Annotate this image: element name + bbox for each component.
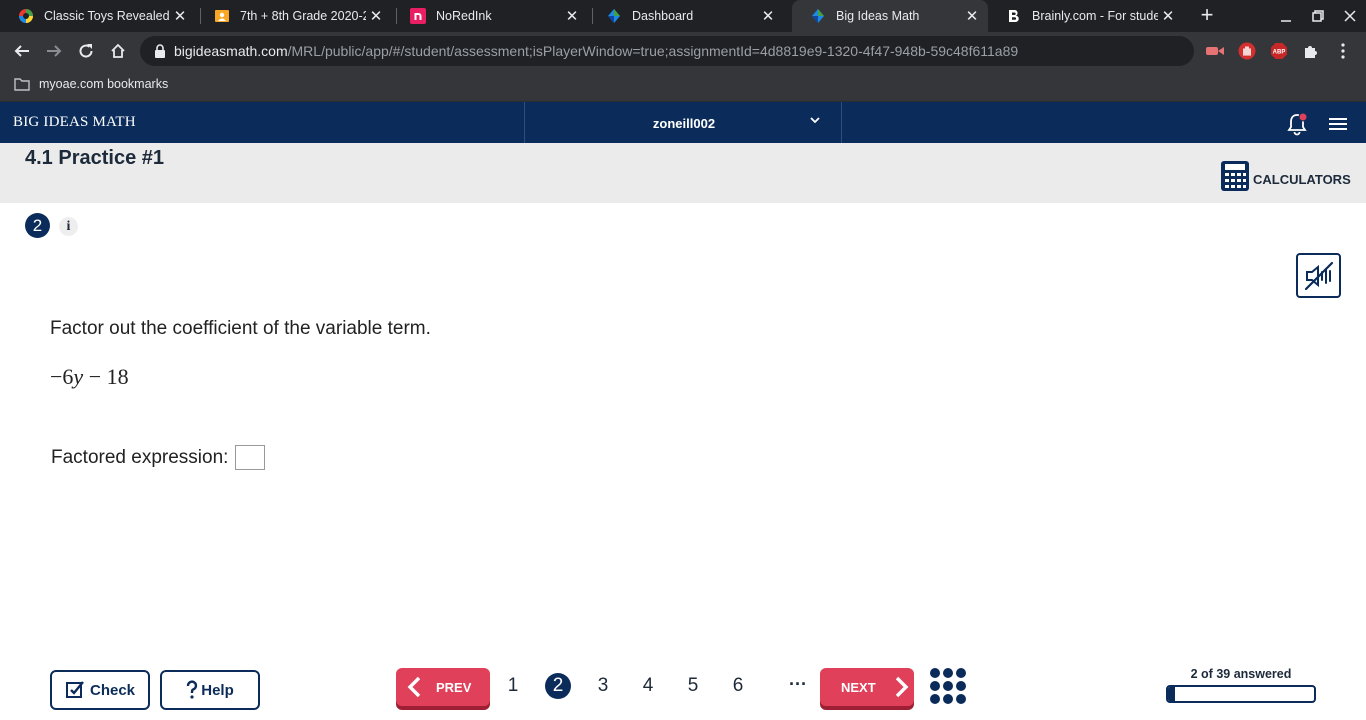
google-classroom-icon [214, 8, 230, 24]
math-expression: −6y − 18 [50, 364, 129, 390]
tab-title: Brainly.com - For studen [1032, 9, 1158, 23]
app-header: BIG IDEAS MATH zoneill002 [0, 102, 1366, 143]
tab-title: NoRedInk [436, 9, 492, 23]
expression-coefficient: −6 [50, 364, 74, 389]
check-label: Check [89, 681, 136, 699]
close-tab-icon[interactable]: ✕ [758, 7, 778, 25]
assignment-title-band: 4.1 Practice #1 CALCULATORS [0, 143, 1366, 203]
assignment-title: 4.1 Practice #1 [25, 147, 164, 169]
page-link-4[interactable]: 4 [635, 673, 661, 699]
puzzle-extensions-icon[interactable] [1301, 41, 1321, 61]
bookmarks-bar: myoae.com bookmarks [0, 70, 1366, 102]
address-bar[interactable]: bigideasmath.com/MRL/public/app/#/studen… [140, 36, 1194, 66]
speaker-muted-icon [1304, 261, 1333, 290]
expression-variable: y [73, 364, 84, 389]
chevron-right-icon [895, 676, 909, 698]
page-link-5[interactable]: 5 [680, 673, 706, 699]
question-mark-icon [186, 680, 198, 700]
close-tab-icon[interactable]: ✕ [366, 7, 386, 25]
info-icon[interactable]: i [59, 217, 78, 236]
progress-text: 2 of 39 answered [1190, 667, 1292, 681]
checkbox-icon [65, 680, 85, 700]
next-label: NEXT [841, 679, 876, 695]
bookmark-folder-label: myoae.com bookmarks [39, 77, 169, 91]
expression-constant: − 18 [83, 364, 129, 389]
kebab-menu-icon[interactable] [1333, 41, 1353, 61]
forward-arrow-icon[interactable] [40, 37, 68, 65]
browser-toolbar: bigideasmath.com/MRL/public/app/#/studen… [0, 32, 1366, 70]
brainly-icon [1006, 8, 1022, 24]
more-pages-ellipsis[interactable]: ··· [786, 673, 810, 699]
colorful-wheel-icon [18, 8, 34, 24]
answer-label: Factored expression: [51, 446, 229, 468]
browser-tab-classic-toys[interactable]: Classic Toys Revealed! - ✕ [0, 0, 196, 32]
help-label: Help [201, 681, 234, 699]
tab-title: Big Ideas Math [836, 9, 920, 23]
back-arrow-icon[interactable] [8, 37, 36, 65]
close-tab-icon[interactable]: ✕ [562, 7, 582, 25]
audio-muted-button[interactable] [1296, 253, 1341, 298]
tab-title: Dashboard [632, 9, 694, 23]
user-menu[interactable]: zoneill002 [524, 102, 842, 143]
browser-tab-dashboard[interactable]: Dashboard ✕ [588, 0, 784, 32]
chevron-left-icon [407, 676, 421, 698]
question-prompt: Factor out the coefficient of the variab… [50, 318, 431, 339]
browser-tab-noredink[interactable]: NoRedInk ✕ [392, 0, 588, 32]
adblock-plus-icon[interactable]: ABP [1269, 41, 1289, 61]
all-questions-grid-icon[interactable] [929, 667, 967, 705]
calculators-label: CALCULATORS [1253, 171, 1351, 187]
prev-button[interactable]: PREV [396, 668, 490, 706]
reload-icon[interactable] [72, 37, 100, 65]
hamburger-menu-icon[interactable] [1328, 116, 1348, 132]
brand-logo[interactable]: BIG IDEAS MATH [13, 114, 136, 131]
big-ideas-icon [606, 8, 622, 24]
close-window-icon[interactable] [1334, 0, 1366, 32]
lock-icon[interactable] [152, 43, 168, 59]
noredink-icon [410, 8, 426, 24]
url-text: bigideasmath.com/MRL/public/app/#/studen… [174, 43, 1018, 59]
home-icon[interactable] [104, 37, 132, 65]
notification-bell-icon[interactable] [1286, 112, 1308, 136]
prev-label: PREV [436, 679, 472, 695]
question-number-badge: 2 [25, 213, 50, 238]
screen-record-extension-icon[interactable] [1205, 41, 1225, 61]
big-ideas-icon [810, 8, 826, 24]
svg-text:ABP: ABP [1273, 50, 1286, 56]
chevron-down-icon [810, 117, 820, 124]
restore-icon[interactable] [1302, 0, 1334, 32]
answer-row: Factored expression: [51, 445, 266, 470]
progress-bar-fill [1168, 687, 1176, 701]
url-path: /MRL/public/app/#/student/assessment;isP… [287, 43, 1019, 59]
browser-tab-big-ideas-math[interactable]: Big Ideas Math ✕ [792, 0, 988, 32]
bookmark-folder[interactable]: myoae.com bookmarks [14, 77, 168, 91]
next-button[interactable]: NEXT [820, 668, 914, 706]
hand-extension-icon[interactable] [1237, 41, 1257, 61]
page-link-3[interactable]: 3 [590, 673, 616, 699]
calculator-icon [1221, 161, 1249, 191]
browser-tab-brainly[interactable]: Brainly.com - For studen ✕ [988, 0, 1184, 32]
check-button[interactable]: Check [50, 670, 150, 710]
browser-tab-classroom[interactable]: 7th + 8th Grade 2020-20 ✕ [196, 0, 392, 32]
browser-tab-strip: Classic Toys Revealed! - ✕ 7th + 8th Gra… [0, 0, 1366, 32]
minimize-icon[interactable] [1270, 0, 1302, 32]
close-tab-icon[interactable]: ✕ [170, 7, 190, 25]
page-link-2-current[interactable]: 2 [545, 673, 571, 699]
new-tab-icon[interactable]: + [1196, 4, 1218, 28]
help-button[interactable]: Help [160, 670, 260, 710]
url-host: bigideasmath.com [174, 43, 288, 59]
page-link-1[interactable]: 1 [500, 673, 526, 699]
folder-icon [14, 78, 30, 91]
page-link-6[interactable]: 6 [725, 673, 751, 699]
username: zoneill002 [652, 116, 716, 131]
close-tab-icon[interactable]: ✕ [1158, 7, 1178, 25]
progress-bar [1166, 685, 1316, 703]
calculators-button[interactable]: CALCULATORS [1221, 161, 1351, 191]
tab-title: 7th + 8th Grade 2020-20 [240, 9, 366, 23]
close-tab-icon[interactable]: ✕ [962, 7, 982, 25]
tab-title: Classic Toys Revealed! - [44, 9, 170, 23]
factored-expression-input[interactable] [235, 445, 266, 470]
